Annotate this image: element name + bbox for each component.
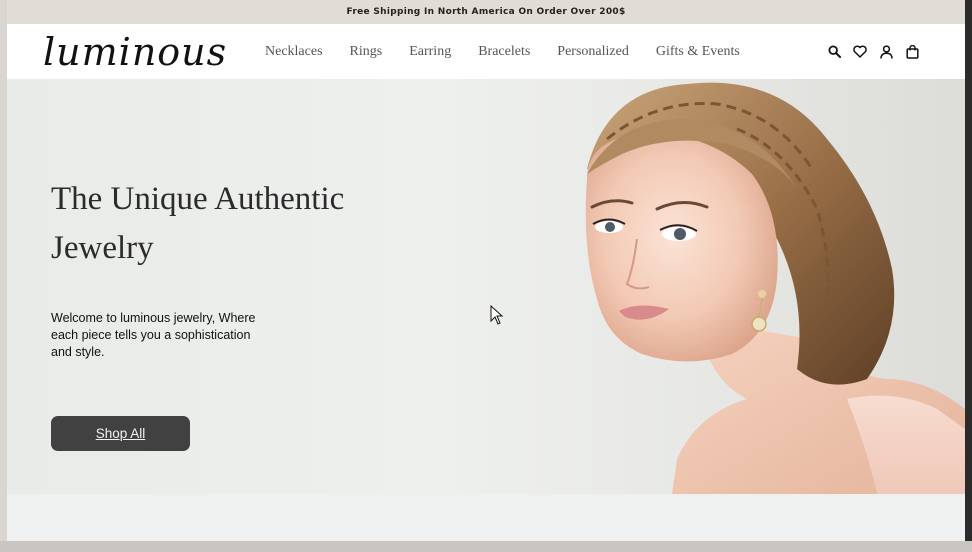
announcement-text: Free Shipping In North America On Order … [346, 7, 626, 17]
main-nav: Necklaces Rings Earring Bracelets Person… [265, 24, 740, 79]
nav-item-personalized[interactable]: Personalized [557, 44, 629, 60]
desktop-edge [965, 0, 972, 552]
brand-logo[interactable]: luminous [43, 30, 227, 74]
heart-icon[interactable] [853, 45, 867, 59]
mouse-cursor [490, 305, 504, 325]
hero-banner: The Unique Authentic Jewelry Welcome to … [7, 79, 965, 494]
nav-item-earring[interactable]: Earring [409, 44, 451, 60]
header-icons [827, 24, 919, 79]
hero-model-image [585, 82, 965, 494]
nav-item-rings[interactable]: Rings [350, 44, 383, 60]
hero-subtitle: Welcome to luminous jewelry, Where each … [51, 311, 256, 359]
site-header: luminous Necklaces Rings Earring Bracele… [7, 24, 965, 79]
user-icon[interactable] [879, 44, 893, 59]
nav-item-gifts-events[interactable]: Gifts & Events [656, 44, 740, 60]
below-hero-section [7, 494, 965, 541]
search-icon[interactable] [827, 45, 841, 59]
browser-page: Free Shipping In North America On Order … [7, 0, 965, 541]
bag-icon[interactable] [905, 44, 919, 59]
nav-item-necklaces[interactable]: Necklaces [265, 44, 323, 60]
announcement-bar: Free Shipping In North America On Order … [7, 0, 965, 24]
desktop-edge-bottom [0, 541, 972, 552]
hero-title: The Unique Authentic Jewelry [51, 181, 345, 266]
nav-item-bracelets[interactable]: Bracelets [478, 44, 530, 60]
shop-all-button[interactable]: Shop All [51, 416, 190, 451]
